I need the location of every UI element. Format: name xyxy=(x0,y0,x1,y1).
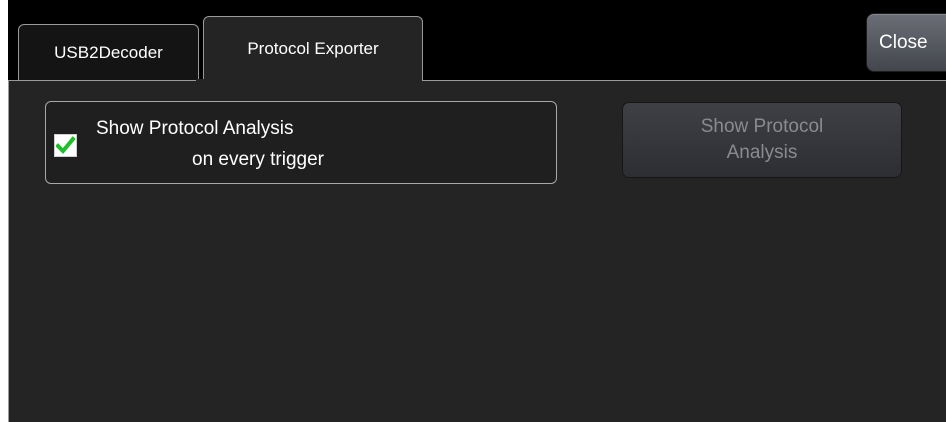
show-analysis-checkbox[interactable] xyxy=(54,134,77,157)
close-button-label: Close xyxy=(879,31,928,53)
tab-usb2decoder-label: USB2Decoder xyxy=(54,43,163,62)
show-analysis-label-line1: Show Protocol Analysis xyxy=(96,118,294,139)
show-protocol-analysis-label-line1: Show Protocol xyxy=(700,116,824,137)
checkmark-icon xyxy=(56,136,75,154)
tab-strip: USB2Decoder Protocol Exporter xyxy=(8,0,946,81)
close-button[interactable]: Close xyxy=(866,13,946,72)
tab-usb2decoder[interactable]: USB2Decoder xyxy=(18,24,199,81)
show-protocol-analysis-label-line2: Analysis xyxy=(726,142,798,163)
tab-protocol-exporter-label: Protocol Exporter xyxy=(247,39,379,58)
show-analysis-every-trigger-option[interactable]: Show Protocol Analysis on every trigger xyxy=(45,101,557,184)
show-protocol-analysis-button[interactable]: Show Protocol Analysis xyxy=(622,102,902,178)
tab-protocol-exporter[interactable]: Protocol Exporter xyxy=(203,16,423,81)
show-analysis-label-line2: on every trigger xyxy=(192,149,325,170)
active-tab-joiner xyxy=(196,79,414,82)
protocol-exporter-dialog: USB2Decoder Protocol Exporter Close Show… xyxy=(0,0,946,422)
